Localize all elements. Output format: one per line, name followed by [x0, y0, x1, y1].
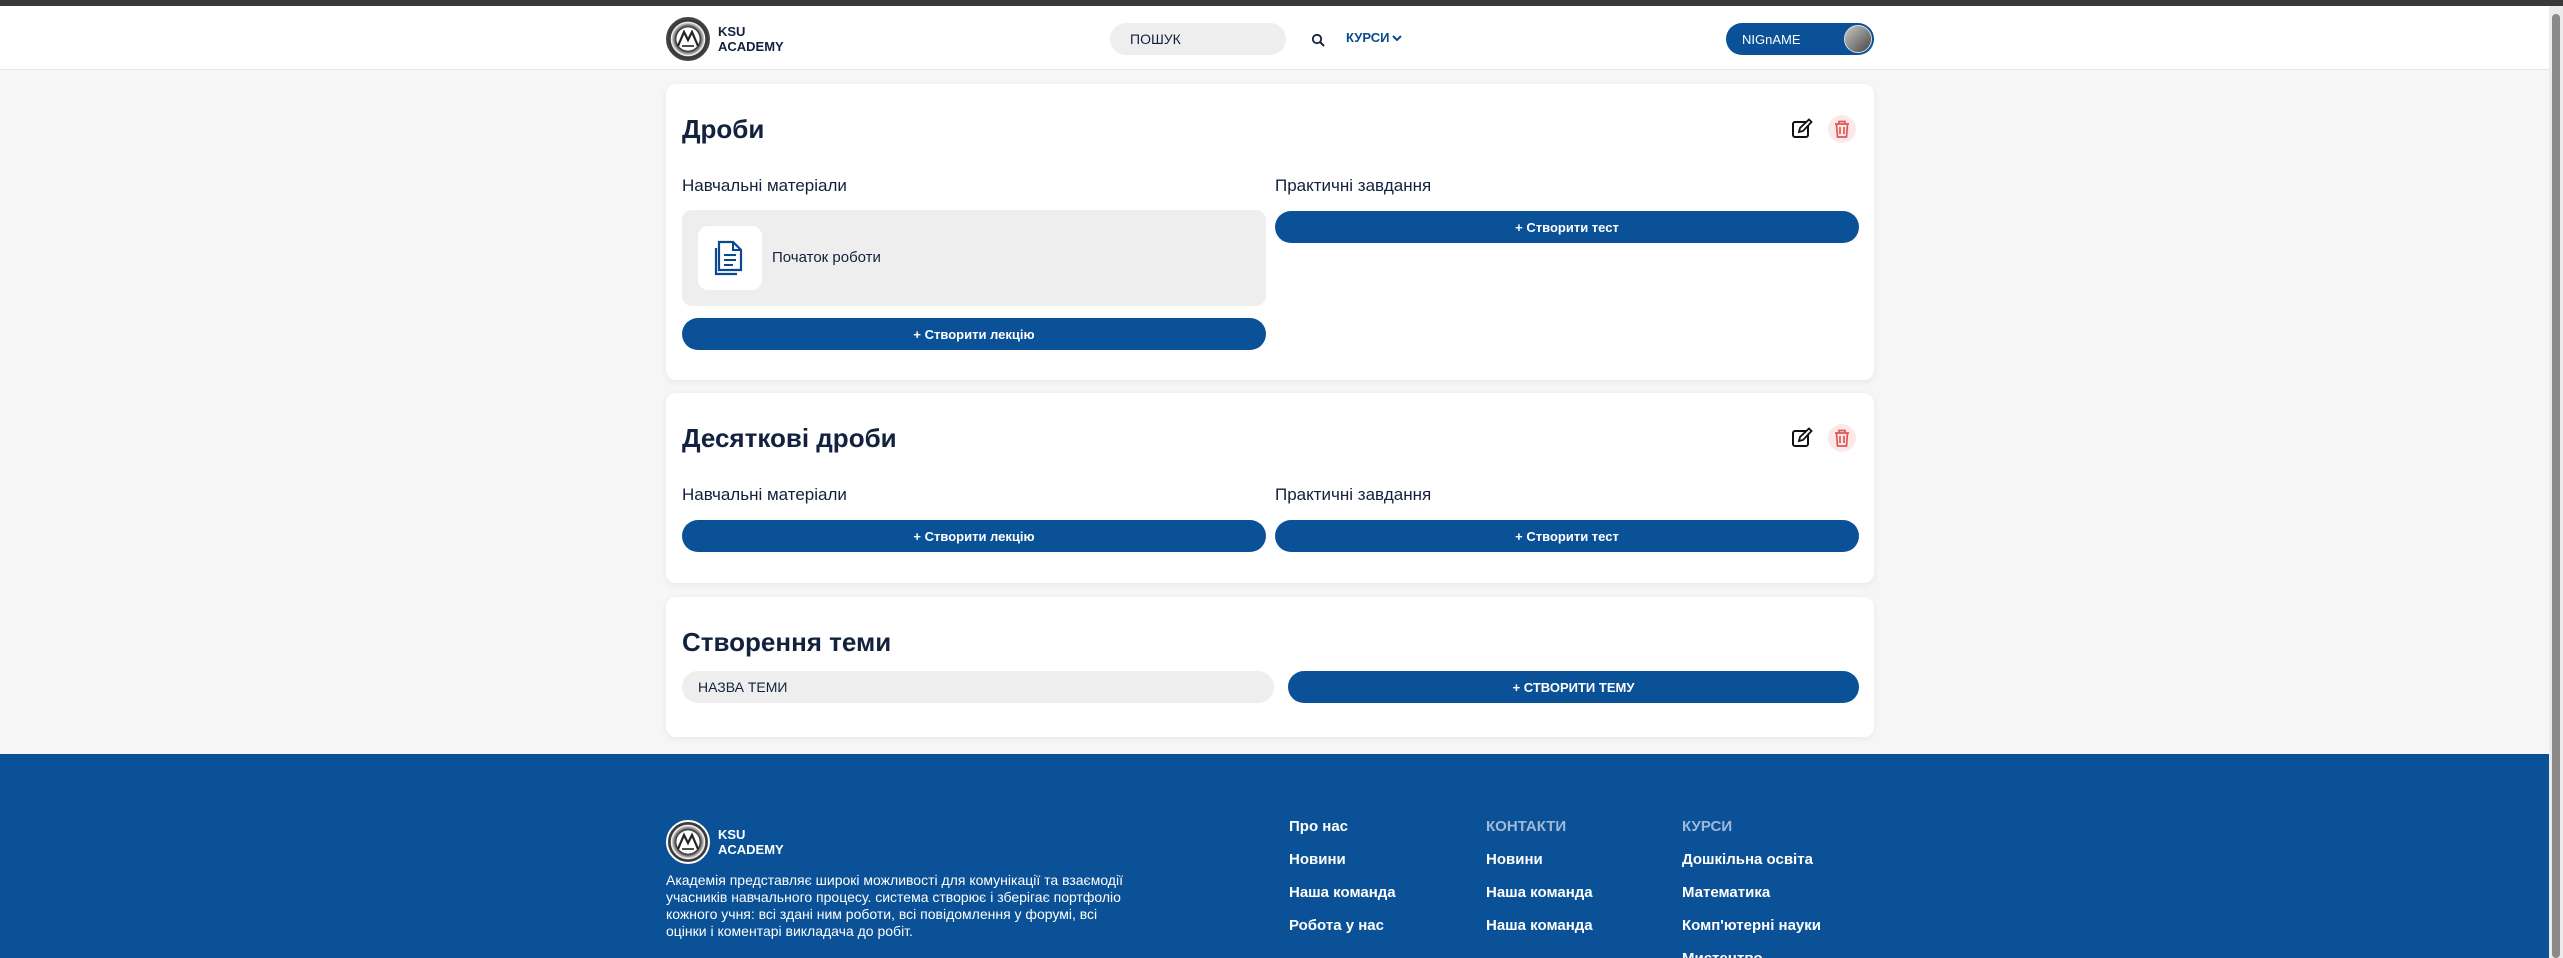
footer-logo-line-2: ACADEMY — [718, 842, 784, 857]
topic-title: Дроби — [682, 114, 765, 144]
topic-card: Дроби Навчальні матеріали Практичні завд… — [666, 84, 1874, 380]
footer-column-about: Про нас Новини Наша команда Робота у нас — [1289, 818, 1396, 950]
edit-icon[interactable] — [1788, 424, 1816, 452]
footer-link[interactable]: Наша команда — [1289, 884, 1396, 917]
search-box[interactable] — [1110, 23, 1325, 55]
avatar[interactable] — [1844, 25, 1872, 53]
footer-link[interactable]: Математика — [1682, 884, 1821, 917]
footer-column-title: КУРСИ — [1682, 818, 1733, 835]
tasks-label: Практичні завдання — [1275, 485, 1432, 504]
document-icon — [698, 226, 762, 290]
academy-emblem-icon — [666, 820, 710, 864]
create-test-button[interactable]: + Створити тест — [1275, 520, 1859, 552]
trash-icon[interactable] — [1828, 115, 1856, 143]
footer-link[interactable]: Новини — [1289, 851, 1396, 884]
footer-column-contacts: КОНТАКТИ Новини Наша команда Наша команд… — [1486, 818, 1593, 950]
user-menu-button[interactable]: NIGnAME — [1726, 23, 1874, 55]
topic-card: Десяткові дроби Навчальні матеріали Прак… — [666, 393, 1874, 583]
footer-logo[interactable]: KSU ACADEMY — [666, 820, 784, 864]
academy-emblem-icon — [666, 17, 710, 61]
footer-column-title[interactable]: Про нас — [1289, 818, 1396, 836]
footer-link[interactable]: Наша команда — [1486, 917, 1593, 950]
footer-column-title: КОНТАКТИ — [1486, 818, 1567, 835]
tasks-label: Практичні завдання — [1275, 176, 1432, 195]
create-test-button[interactable]: + Створити тест — [1275, 211, 1859, 243]
footer-link[interactable]: Дошкільна освіта — [1682, 851, 1821, 884]
footer-link[interactable]: Робота у нас — [1289, 917, 1396, 950]
site-footer: KSU ACADEMY Академія представляє широкі … — [0, 754, 2549, 958]
create-topic-button[interactable]: + СТВОРИТИ ТЕМУ — [1288, 671, 1859, 703]
chevron-down-icon — [1392, 34, 1403, 41]
material-title: Початок роботи — [772, 249, 881, 266]
logo-line-1: KSU — [718, 24, 746, 39]
create-lecture-button[interactable]: + Створити лекцію — [682, 520, 1266, 552]
footer-description: Академія представляє широкі можливості д… — [666, 872, 1123, 939]
logo-line-2: ACADEMY — [718, 39, 784, 54]
search-input[interactable] — [1130, 31, 1311, 47]
materials-label: Навчальні матеріали — [682, 485, 847, 504]
materials-label: Навчальні матеріали — [682, 176, 847, 195]
footer-link[interactable]: Мистецтво — [1682, 950, 1821, 958]
footer-link[interactable]: Комп'ютерні науки — [1682, 917, 1821, 950]
trash-icon[interactable] — [1828, 424, 1856, 452]
edit-icon[interactable] — [1788, 115, 1816, 143]
footer-link[interactable]: Новини — [1486, 851, 1593, 884]
footer-link[interactable]: Наша команда — [1486, 884, 1593, 917]
create-topic-title: Створення теми — [682, 627, 892, 657]
site-header: KSU ACADEMY КУРСИ NIGnAME — [0, 6, 2549, 70]
footer-column-courses: КУРСИ Дошкільна освіта Математика Комп'ю… — [1682, 818, 1821, 958]
courses-dropdown[interactable]: КУРСИ — [1346, 30, 1403, 45]
topic-title: Десяткові дроби — [682, 423, 897, 453]
footer-logo-line-1: KSU — [718, 827, 746, 842]
create-lecture-button[interactable]: + Створити лекцію — [682, 318, 1266, 350]
courses-menu-label: КУРСИ — [1346, 30, 1390, 45]
page-scrollbar[interactable] — [2549, 6, 2563, 958]
scrollbar-thumb[interactable] — [2552, 14, 2560, 958]
topic-name-input[interactable] — [682, 671, 1274, 703]
user-name: NIGnAME — [1742, 31, 1801, 47]
site-logo[interactable]: KSU ACADEMY — [666, 17, 784, 61]
create-topic-card: Створення теми + СТВОРИТИ ТЕМУ — [666, 597, 1874, 737]
material-item[interactable]: Початок роботи — [682, 210, 1266, 306]
search-icon[interactable] — [1311, 32, 1325, 47]
